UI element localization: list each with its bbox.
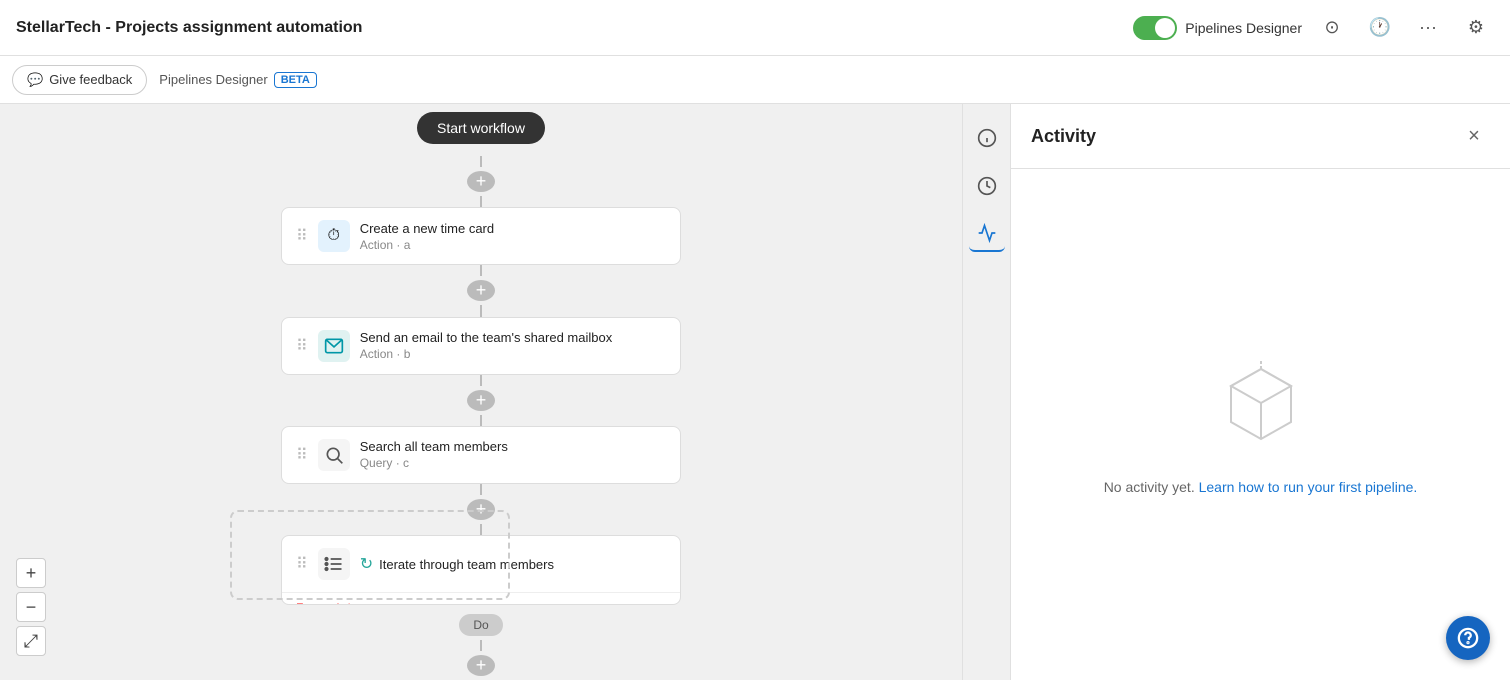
chart-icon-btn[interactable] <box>969 216 1005 252</box>
step-icon-2 <box>318 330 350 362</box>
step-title-3: Search all team members <box>360 439 666 454</box>
zoom-out-button[interactable]: − <box>16 592 46 622</box>
step-search-members: ⠿ Search all team members Query · c <box>281 426 681 484</box>
canvas-sidebar <box>962 104 1010 680</box>
step-create-time-card: ⠿ ⏱ Create a new time card Action · a <box>281 207 681 265</box>
no-activity-text: No activity yet. Learn how to run your f… <box>1104 479 1418 495</box>
do-badge: Do <box>459 614 502 636</box>
step-icon-1: ⏱ <box>318 220 350 252</box>
target-icon-btn[interactable]: ⊙ <box>1314 10 1350 46</box>
main-content: Start workflow + ⠿ ⏱ Create a new time c… <box>0 104 1510 680</box>
step-title-1: Create a new time card <box>360 221 666 236</box>
step-subtitle-1: Action · a <box>360 238 666 252</box>
pipelines-designer-toggle-container: Pipelines Designer <box>1133 16 1302 40</box>
do-wrapper: Do <box>459 610 502 640</box>
workflow-canvas-container: Start workflow + ⠿ ⏱ Create a new time c… <box>0 104 1010 680</box>
toggle-knob <box>1155 18 1175 38</box>
empty-state-icon <box>1211 354 1311 459</box>
more-options-btn[interactable]: ··· <box>1410 10 1446 46</box>
add-step-btn-0[interactable]: + <box>467 171 495 192</box>
connector-4 <box>480 305 482 316</box>
connector-3 <box>480 265 482 276</box>
foreach-label: For each * <box>296 601 666 605</box>
zoom-controls: + − ⤢ <box>16 558 46 656</box>
beta-badge: BETA <box>274 72 317 88</box>
activity-panel: Activity × No activity yet. Learn <box>1010 104 1510 680</box>
toggle-label: Pipelines Designer <box>1185 20 1302 36</box>
step-info-3: Search all team members Query · c <box>360 439 666 470</box>
connector-9 <box>480 640 482 651</box>
connector-5 <box>480 375 482 386</box>
header-actions: Pipelines Designer ⊙ 🕐 ··· ⚙ <box>1133 10 1494 46</box>
drag-handle-1[interactable]: ⠿ <box>296 226 308 246</box>
info-icon-btn[interactable] <box>969 120 1005 156</box>
help-button[interactable] <box>1446 616 1490 660</box>
step-info-1: Create a new time card Action · a <box>360 221 666 252</box>
drag-handle-2[interactable]: ⠿ <box>296 336 308 356</box>
add-step-btn-4[interactable]: + <box>467 655 495 676</box>
header: StellarTech - Projects assignment automa… <box>0 0 1510 56</box>
step-send-email: ⠿ Send an email to the team's shared mai… <box>281 317 681 375</box>
learn-more-link[interactable]: Learn how to run your first pipeline. <box>1199 479 1418 495</box>
connector-1 <box>480 156 482 167</box>
activity-close-button[interactable]: × <box>1458 120 1490 152</box>
connector-6 <box>480 415 482 426</box>
activity-title: Activity <box>1031 126 1096 147</box>
toolbar: 💬 Give feedback Pipelines Designer BETA <box>0 56 1510 104</box>
step-title-2: Send an email to the team's shared mailb… <box>360 330 666 345</box>
step-info-2: Send an email to the team's shared mailb… <box>360 330 666 361</box>
connector-2 <box>480 196 482 207</box>
tab-label: Pipelines Designer <box>159 72 267 87</box>
page-title: StellarTech - Projects assignment automa… <box>16 19 362 37</box>
drag-handle-3[interactable]: ⠿ <box>296 445 308 465</box>
history-icon-btn[interactable]: 🕐 <box>1362 10 1398 46</box>
give-feedback-button[interactable]: 💬 Give feedback <box>12 65 147 95</box>
feedback-label: Give feedback <box>49 72 132 87</box>
feedback-icon: 💬 <box>27 72 43 88</box>
zoom-in-button[interactable]: + <box>16 558 46 588</box>
step-icon-3 <box>318 439 350 471</box>
required-star: * <box>343 601 351 605</box>
add-step-btn-2[interactable]: + <box>467 390 495 411</box>
settings-icon-btn[interactable]: ⚙ <box>1458 10 1494 46</box>
start-workflow-button[interactable]: Start workflow <box>417 112 545 144</box>
clock-icon-btn[interactable] <box>969 168 1005 204</box>
pipelines-designer-toggle[interactable] <box>1133 16 1177 40</box>
activity-header: Activity × <box>1011 104 1510 169</box>
step-subtitle-2: Action · b <box>360 347 666 361</box>
connector-7 <box>480 484 482 495</box>
step-subtitle-3: Query · c <box>360 456 666 470</box>
add-step-btn-1[interactable]: + <box>467 280 495 301</box>
ghost-selection-box <box>230 510 510 600</box>
zoom-fit-button[interactable]: ⤢ <box>16 626 46 656</box>
activity-body: No activity yet. Learn how to run your f… <box>1011 169 1510 680</box>
